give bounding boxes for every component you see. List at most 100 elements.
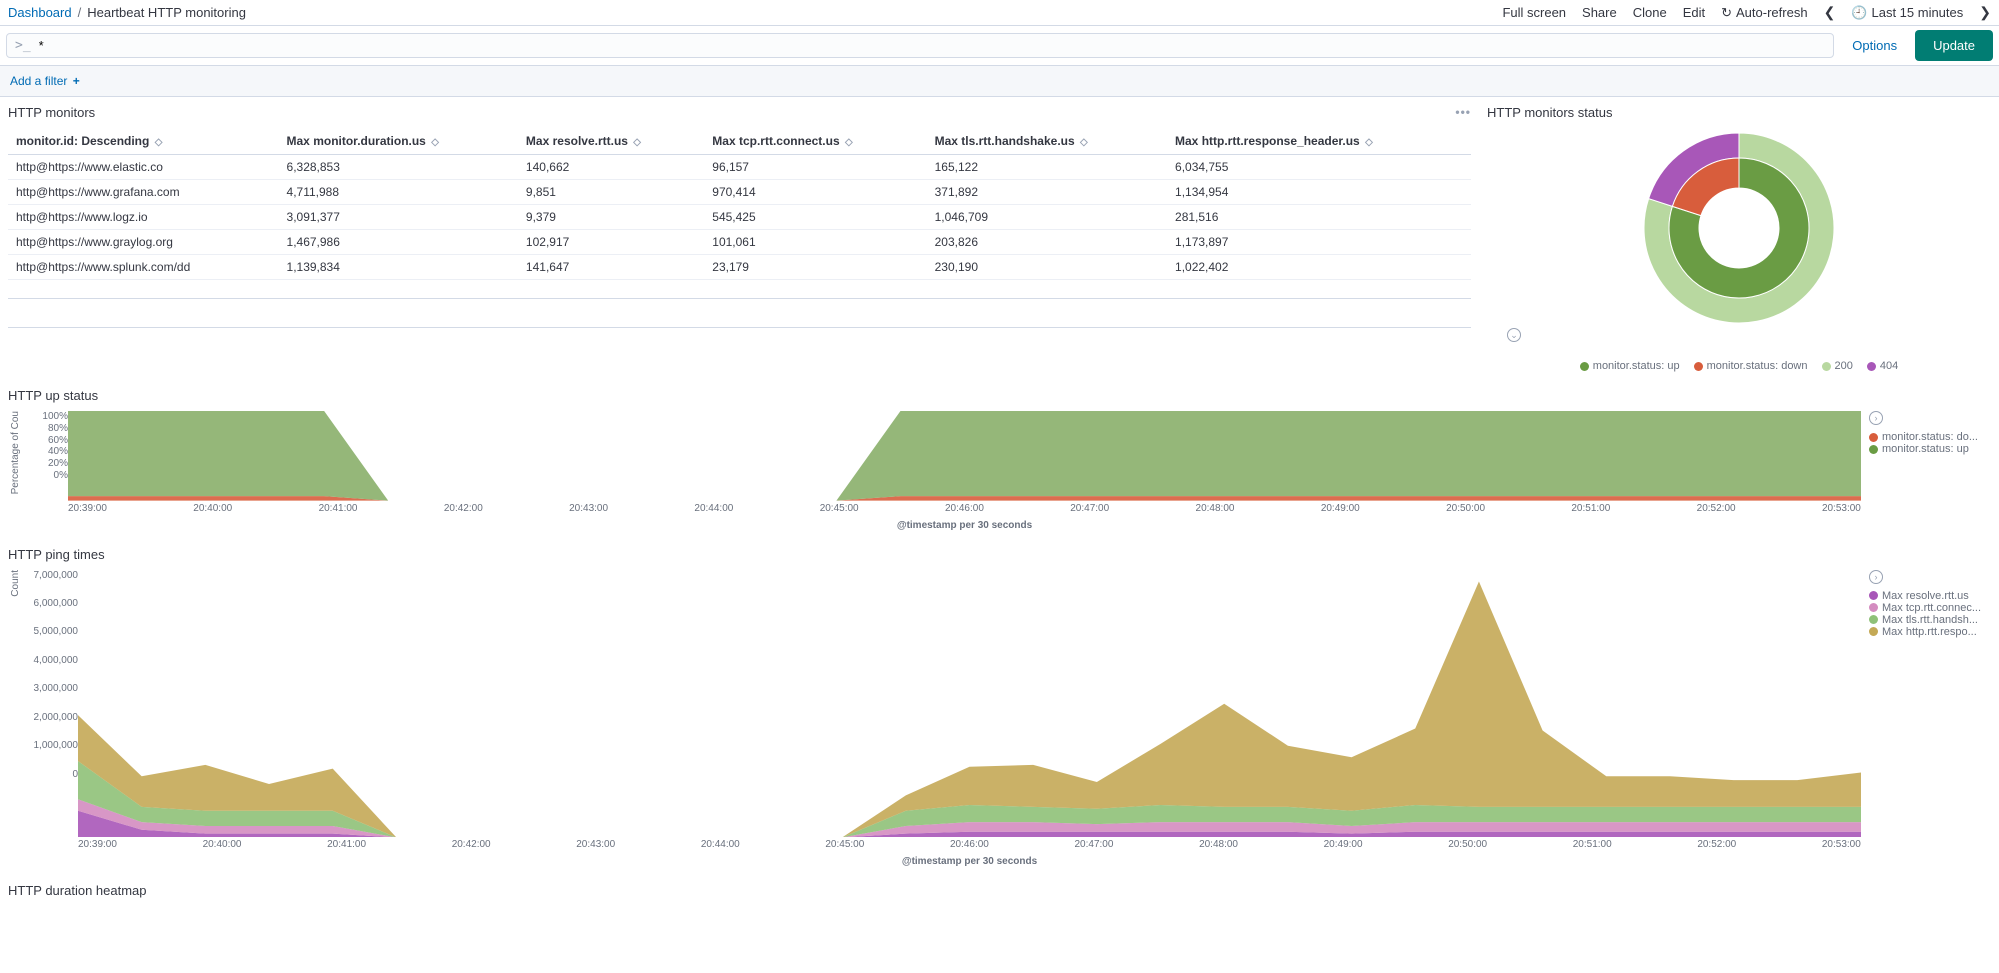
query-bar: >_ Options Update [0, 26, 1999, 66]
http-monitors-table: monitor.id: Descending ◇Max monitor.dura… [8, 128, 1471, 280]
query-input[interactable] [39, 38, 1826, 53]
clock-icon: 🕘 [1851, 5, 1867, 21]
panel-title: HTTP ping times [8, 547, 1991, 562]
chart-xlabel: @timestamp per 30 seconds [68, 520, 1861, 531]
table-cell: http@https://www.splunk.com/dd [8, 255, 279, 280]
table-cell: http@https://www.logz.io [8, 205, 279, 230]
chart-ylabel: Count [8, 570, 23, 597]
add-filter-label: Add a filter [10, 74, 67, 88]
table-cell: 4,711,988 [279, 180, 518, 205]
panel-menu-icon[interactable]: ••• [1455, 105, 1471, 119]
table-cell: 1,134,954 [1167, 180, 1471, 205]
table-cell: 1,139,834 [279, 255, 518, 280]
table-cell: 23,179 [704, 255, 926, 280]
table-row[interactable]: http@https://www.elastic.co6,328,853140,… [8, 155, 1471, 180]
x-axis-ticks: 20:39:0020:40:0020:41:0020:42:0020:43:00… [68, 501, 1861, 516]
table-header[interactable]: Max http.rtt.response_header.us ◇ [1167, 128, 1471, 155]
http-up-status-panel: HTTP up status Percentage of Cou 100%80%… [0, 380, 1999, 539]
legend-item[interactable]: Max tcp.rtt.connec... [1869, 602, 1991, 614]
share-action[interactable]: Share [1582, 5, 1617, 20]
autorefresh-label: Auto-refresh [1736, 5, 1808, 20]
http-monitors-status-panel: HTTP monitors status ⌄ monitor.status: u… [1479, 97, 1999, 380]
table-cell: 371,892 [927, 180, 1167, 205]
panel-row-1: HTTP monitors ••• monitor.id: Descending… [0, 97, 1999, 380]
filter-bar: Add a filter + [0, 66, 1999, 97]
timerange-picker[interactable]: 🕘 Last 15 minutes [1851, 5, 1963, 21]
clone-action[interactable]: Clone [1633, 5, 1667, 20]
table-cell: 96,157 [704, 155, 926, 180]
top-bar: Dashboard / Heartbeat HTTP monitoring Fu… [0, 0, 1999, 26]
query-input-wrap[interactable]: >_ [6, 33, 1834, 58]
chart-legend: › monitor.status: do...monitor.status: u… [1861, 411, 1991, 455]
table-header[interactable]: Max resolve.rtt.us ◇ [518, 128, 704, 155]
table-cell: 9,379 [518, 205, 704, 230]
dashboard-body: HTTP monitors ••• monitor.id: Descending… [0, 97, 1999, 914]
table-cell: http@https://www.graylog.org [8, 230, 279, 255]
table-cell: 165,122 [927, 155, 1167, 180]
legend-item[interactable]: monitor.status: up [1580, 360, 1680, 372]
panel-title: HTTP monitors [8, 105, 1471, 120]
legend-item[interactable]: Max http.rtt.respo... [1869, 626, 1991, 638]
query-prompt-icon: >_ [15, 38, 31, 53]
legend-item[interactable]: 200 [1822, 360, 1853, 372]
legend-expand-icon[interactable]: ⌄ [1507, 328, 1521, 342]
panel-title: HTTP monitors status [1487, 105, 1991, 120]
donut-chart[interactable] [1639, 128, 1839, 328]
time-prev-button[interactable]: ❮ [1824, 4, 1836, 21]
table-footer-line [8, 298, 1471, 299]
table-cell: 970,414 [704, 180, 926, 205]
time-next-button[interactable]: ❯ [1979, 4, 1991, 21]
legend-item[interactable]: Max tls.rtt.handsh... [1869, 614, 1991, 626]
table-header[interactable]: monitor.id: Descending ◇ [8, 128, 279, 155]
update-button[interactable]: Update [1915, 30, 1993, 61]
table-cell: 230,190 [927, 255, 1167, 280]
table-cell: http@https://www.elastic.co [8, 155, 279, 180]
legend-item[interactable]: 404 [1867, 360, 1898, 372]
table-cell: 1,173,897 [1167, 230, 1471, 255]
table-row[interactable]: http@https://www.grafana.com4,711,9889,8… [8, 180, 1471, 205]
refresh-icon: ↻ [1721, 5, 1732, 21]
breadcrumb-root[interactable]: Dashboard [8, 5, 72, 20]
table-row[interactable]: http@https://www.logz.io3,091,3779,37954… [8, 205, 1471, 230]
timerange-label: Last 15 minutes [1871, 5, 1963, 20]
table-cell: 6,328,853 [279, 155, 518, 180]
table-row[interactable]: http@https://www.splunk.com/dd1,139,8341… [8, 255, 1471, 280]
breadcrumb: Dashboard / Heartbeat HTTP monitoring [8, 5, 246, 20]
panel-title: HTTP duration heatmap [8, 883, 1991, 898]
table-cell: 102,917 [518, 230, 704, 255]
table-header[interactable]: Max monitor.duration.us ◇ [279, 128, 518, 155]
table-cell: 141,647 [518, 255, 704, 280]
http-duration-heatmap-panel: HTTP duration heatmap [0, 875, 1999, 914]
table-cell: 1,022,402 [1167, 255, 1471, 280]
add-filter-button[interactable]: Add a filter + [10, 74, 80, 88]
breadcrumb-separator: / [78, 5, 82, 20]
table-cell: http@https://www.grafana.com [8, 180, 279, 205]
chart-xlabel: @timestamp per 30 seconds [78, 856, 1861, 867]
table-footer-line [8, 327, 1471, 328]
chart-ylabel: Percentage of Cou [8, 411, 23, 494]
legend-expand-icon[interactable]: › [1869, 411, 1883, 425]
edit-action[interactable]: Edit [1683, 5, 1705, 20]
table-row[interactable]: http@https://www.graylog.org1,467,986102… [8, 230, 1471, 255]
table-cell: 1,467,986 [279, 230, 518, 255]
table-cell: 1,046,709 [927, 205, 1167, 230]
legend-item[interactable]: monitor.status: up [1869, 443, 1991, 455]
legend-expand-icon[interactable]: › [1869, 570, 1883, 584]
legend-item[interactable]: monitor.status: do... [1869, 431, 1991, 443]
http-monitors-panel: HTTP monitors ••• monitor.id: Descending… [0, 97, 1479, 380]
fullscreen-action[interactable]: Full screen [1502, 5, 1566, 20]
y-axis-ticks: 7,000,0006,000,0005,000,0004,000,0003,00… [23, 570, 78, 780]
table-header[interactable]: Max tcp.rtt.connect.us ◇ [704, 128, 926, 155]
table-cell: 545,425 [704, 205, 926, 230]
options-link[interactable]: Options [1842, 38, 1907, 53]
ping-times-chart[interactable] [78, 570, 1861, 837]
http-ping-times-panel: HTTP ping times Count 7,000,0006,000,000… [0, 539, 1999, 875]
legend-item[interactable]: monitor.status: down [1694, 360, 1808, 372]
autorefresh-action[interactable]: ↻ Auto-refresh [1721, 5, 1807, 21]
table-cell: 281,516 [1167, 205, 1471, 230]
table-header[interactable]: Max tls.rtt.handshake.us ◇ [927, 128, 1167, 155]
up-status-chart[interactable] [68, 411, 1861, 501]
breadcrumb-current: Heartbeat HTTP monitoring [87, 5, 246, 20]
legend-item[interactable]: Max resolve.rtt.us [1869, 590, 1991, 602]
table-cell: 6,034,755 [1167, 155, 1471, 180]
